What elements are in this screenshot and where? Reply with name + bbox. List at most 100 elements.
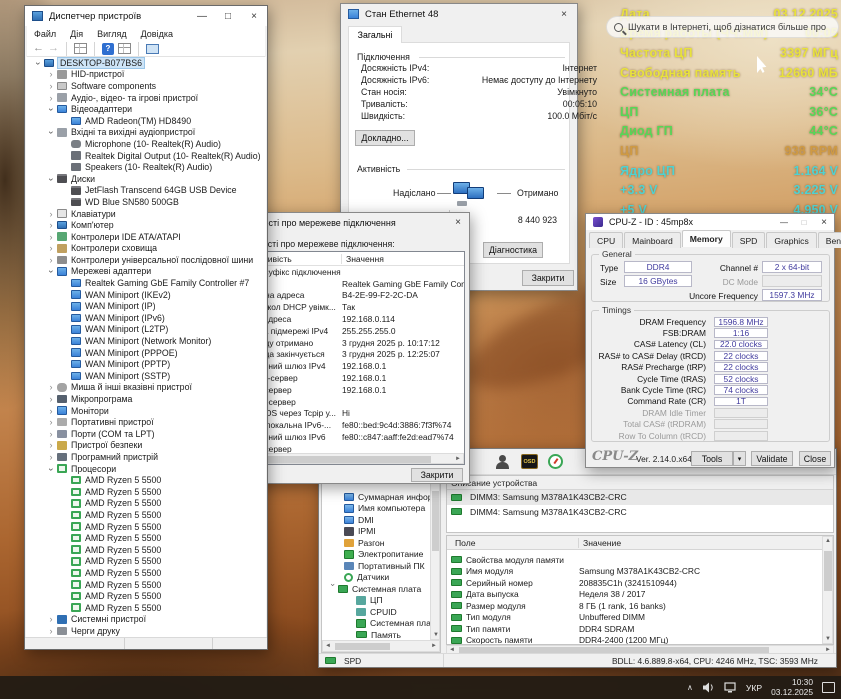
- chevron-icon[interactable]: ›: [45, 243, 57, 253]
- tree-item[interactable]: › AMD Ryzen 5 5500: [26, 567, 266, 579]
- tree-item[interactable]: › AMD Ryzen 5 5500: [26, 521, 266, 533]
- details-hscrollbar[interactable]: ►: [238, 453, 464, 464]
- menu-item[interactable]: Файл: [27, 27, 63, 41]
- tree-item[interactable]: › AMD Ryzen 5 5500: [26, 509, 266, 521]
- sidebar-hscrollbar[interactable]: ◄ ►: [322, 640, 440, 652]
- volume-icon[interactable]: [702, 682, 715, 693]
- gauge-icon[interactable]: [548, 454, 563, 469]
- cpuz-tab[interactable]: Memory: [681, 230, 731, 247]
- tree-item[interactable]: › WAN Miniport (IKEv2): [26, 289, 266, 301]
- device-row[interactable]: DIMM3: Samsung M378A1K43CB2-CRC: [447, 490, 833, 505]
- chevron-icon[interactable]: ›: [45, 232, 57, 242]
- tree-item[interactable]: › Контролери IDE ATA/ATAPI: [26, 231, 266, 243]
- close-icon[interactable]: ×: [241, 6, 267, 26]
- language-indicator[interactable]: УКР: [746, 683, 762, 693]
- chevron-icon[interactable]: ›: [45, 452, 57, 462]
- cpuz-tab[interactable]: Graphics: [766, 232, 817, 248]
- chevron-icon[interactable]: ›: [45, 69, 57, 79]
- menu-item[interactable]: Дія: [63, 27, 90, 41]
- tree-item[interactable]: › WAN Miniport (SSTP): [26, 370, 266, 382]
- tree-item[interactable]: › Мережеві адаптери: [26, 266, 266, 278]
- chevron-icon[interactable]: ›: [45, 255, 57, 265]
- tree-item[interactable]: › HID-пристрої: [26, 69, 266, 81]
- details-row[interactable]: WINS-сервер: [238, 396, 464, 408]
- tree-item[interactable]: › Контролери сховища: [26, 243, 266, 255]
- tree-item[interactable]: › JetFlash Transcend 64GB USB Device: [26, 185, 266, 197]
- table-col-value[interactable]: Значение: [579, 538, 621, 548]
- tree-item[interactable]: › Realtek Gaming GbE Family Controller #…: [26, 277, 266, 289]
- sidebar-item[interactable]: › Системная плата: [322, 583, 430, 595]
- console-tree-icon[interactable]: [74, 43, 87, 54]
- sidebar-item[interactable]: › Системная плата: [322, 618, 430, 630]
- back-icon[interactable]: ←: [33, 43, 44, 54]
- action-center-icon[interactable]: [822, 682, 835, 693]
- details-row[interactable]: NetBIOS через Tcpip у... Ні: [238, 408, 464, 420]
- tree-item[interactable]: › Microphone (10- Realtek(R) Audio): [26, 138, 266, 150]
- tray-chevron-icon[interactable]: ∧: [687, 683, 693, 692]
- tree-item[interactable]: › Системні пристрої: [26, 614, 266, 626]
- table-row[interactable]: Скорость памяти DDR4-2400 (1200 МГц): [447, 635, 833, 644]
- chevron-icon[interactable]: ›: [47, 173, 57, 185]
- chevron-icon[interactable]: ›: [45, 394, 57, 404]
- cpuz-close-button[interactable]: Close: [799, 451, 831, 466]
- scan-hardware-icon[interactable]: [146, 43, 159, 54]
- maximize-icon[interactable]: □: [794, 214, 814, 230]
- clock[interactable]: 10:30 03.12.2025: [771, 677, 813, 697]
- details-row[interactable]: Оренду отримано 3 грудня 2025 р. 10:17:1…: [238, 337, 464, 349]
- sidebar-item[interactable]: › CPUID: [322, 606, 430, 618]
- tree-item[interactable]: › Мікропрограма: [26, 393, 266, 405]
- user-icon[interactable]: [495, 454, 511, 470]
- details-close-button[interactable]: Закрити: [411, 468, 463, 482]
- sidebar-item[interactable]: › Портативный ПК: [322, 560, 430, 572]
- sidebar-item[interactable]: › Электропитание: [322, 549, 430, 561]
- tree-item[interactable]: › WAN Miniport (IP): [26, 300, 266, 312]
- chevron-icon[interactable]: ›: [45, 93, 57, 103]
- chevron-icon[interactable]: ›: [45, 81, 57, 91]
- chevron-down-icon[interactable]: ›: [329, 584, 338, 594]
- minimize-icon[interactable]: —: [774, 214, 794, 230]
- tree-item[interactable]: › Пристрої безпеки: [26, 440, 266, 452]
- tree-item[interactable]: › AMD Radeon(TM) HD8490: [26, 115, 266, 127]
- device-list-header[interactable]: Описание устройства: [447, 476, 833, 490]
- close-icon[interactable]: ×: [551, 4, 577, 24]
- col-value[interactable]: Значення: [342, 254, 384, 264]
- tree-item[interactable]: › WAN Miniport (Network Monitor): [26, 335, 266, 347]
- tree-item[interactable]: › AMD Ryzen 5 5500: [26, 474, 266, 486]
- sidebar-vscrollbar[interactable]: ▲ ▼: [430, 476, 440, 640]
- tree-item[interactable]: › AMD Ryzen 5 5500: [26, 544, 266, 556]
- table-row[interactable]: Тип памяти DDR4 SDRAM: [447, 623, 833, 635]
- details-row[interactable]: Маска підмережі IPv4 255.255.255.0: [238, 325, 464, 337]
- chevron-icon[interactable]: ›: [45, 429, 57, 439]
- details-row[interactable]: Фізична адреса B4-2E-99-F2-2C-DA: [238, 290, 464, 302]
- network-icon[interactable]: [724, 682, 737, 693]
- chevron-icon[interactable]: ›: [45, 220, 57, 230]
- cpuz-tab[interactable]: CPU: [589, 232, 624, 248]
- sidebar-item[interactable]: › Имя компьютера: [322, 503, 430, 515]
- forward-icon[interactable]: →: [48, 43, 59, 54]
- sidebar-item[interactable]: › IPMI: [322, 526, 430, 538]
- close-icon[interactable]: ×: [814, 214, 834, 230]
- cpuz-titlebar[interactable]: CPU-Z - ID : 45mp8x — □ ×: [586, 214, 834, 230]
- tree-item[interactable]: › Realtek Digital Output (10- Realtek(R)…: [26, 150, 266, 162]
- sidebar-item[interactable]: › Память: [322, 629, 430, 641]
- tree-item[interactable]: › Монітори: [26, 405, 266, 417]
- tree-item[interactable]: › Клавіатури: [26, 208, 266, 220]
- sidebar-item[interactable]: › DMI: [322, 514, 430, 526]
- tree-item[interactable]: › WAN Miniport (PPPOE): [26, 347, 266, 359]
- sidebar-item[interactable]: › Разгон: [322, 537, 430, 549]
- tools-dropdown-icon[interactable]: ▾: [733, 451, 746, 466]
- tree-item[interactable]: › Порти (COM та LPT): [26, 428, 266, 440]
- menu-item[interactable]: Вигляд: [90, 27, 134, 41]
- tools-button[interactable]: Tools: [691, 451, 733, 466]
- table-row[interactable]: Имя модуля Samsung M378A1K43CB2-CRC: [447, 566, 833, 578]
- chevron-icon[interactable]: ›: [47, 463, 57, 475]
- properties-icon[interactable]: [118, 43, 131, 54]
- sidebar-item[interactable]: › Суммарная информация: [322, 491, 430, 503]
- chevron-icon[interactable]: ›: [47, 104, 57, 116]
- tree-item[interactable]: › WAN Miniport (PPTP): [26, 358, 266, 370]
- details-row[interactable]: DHCP-сервер 192.168.0.1: [238, 372, 464, 384]
- cpuz-tab[interactable]: Bench: [817, 232, 841, 248]
- validate-button[interactable]: Validate: [751, 451, 793, 466]
- chevron-icon[interactable]: ›: [47, 127, 57, 139]
- table-col-field[interactable]: Поле: [447, 537, 579, 548]
